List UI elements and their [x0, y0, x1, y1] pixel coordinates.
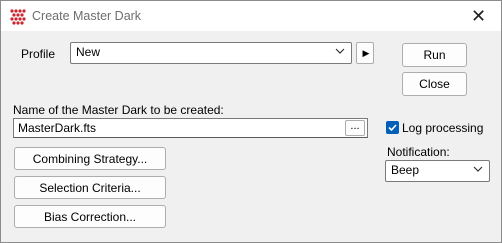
bias-correction-button[interactable]: Bias Correction... — [14, 205, 166, 228]
close-button[interactable]: Close — [402, 72, 467, 96]
log-processing-checkbox[interactable] — [386, 121, 399, 134]
master-dark-filename-input[interactable]: MasterDark.fts — [13, 118, 368, 138]
profile-select[interactable]: New — [70, 42, 352, 64]
profile-run-arrow-button[interactable]: ▶ — [356, 42, 374, 64]
profile-label: Profile — [21, 47, 56, 61]
close-icon: ✕ — [470, 5, 487, 26]
log-processing-label: Log processing — [402, 121, 484, 135]
notification-value: Beep — [391, 163, 420, 177]
close-button-label: Close — [419, 77, 450, 91]
browse-ellipsis: ... — [350, 120, 360, 132]
master-dark-label: Name of the Master Dark to be created: — [13, 103, 224, 117]
selection-criteria-button[interactable]: Selection Criteria... — [14, 176, 166, 199]
combining-strategy-label: Combining Strategy... — [32, 151, 148, 166]
browse-button[interactable]: ... — [345, 120, 365, 136]
app-logo-icon — [10, 9, 26, 25]
chevron-down-icon — [335, 48, 345, 54]
title-bar: Create Master Dark ✕ — [1, 1, 501, 31]
close-window-button[interactable]: ✕ — [456, 1, 501, 31]
notification-select[interactable]: Beep — [385, 160, 490, 182]
dialog-window: Create Master Dark ✕ Profile New ▶ Run C… — [0, 0, 502, 243]
run-button[interactable]: Run — [402, 43, 467, 67]
checkmark-icon — [388, 124, 397, 132]
selection-criteria-label: Selection Criteria... — [39, 180, 141, 195]
combining-strategy-button[interactable]: Combining Strategy... — [14, 147, 166, 170]
window-title: Create Master Dark — [32, 9, 142, 23]
chevron-down-icon — [473, 166, 483, 172]
run-button-label: Run — [423, 48, 446, 62]
master-dark-filename-value: MasterDark.fts — [18, 121, 97, 135]
play-icon: ▶ — [362, 47, 370, 58]
notification-label: Notification: — [387, 145, 450, 159]
profile-value: New — [76, 45, 101, 59]
bias-correction-label: Bias Correction... — [43, 209, 137, 224]
